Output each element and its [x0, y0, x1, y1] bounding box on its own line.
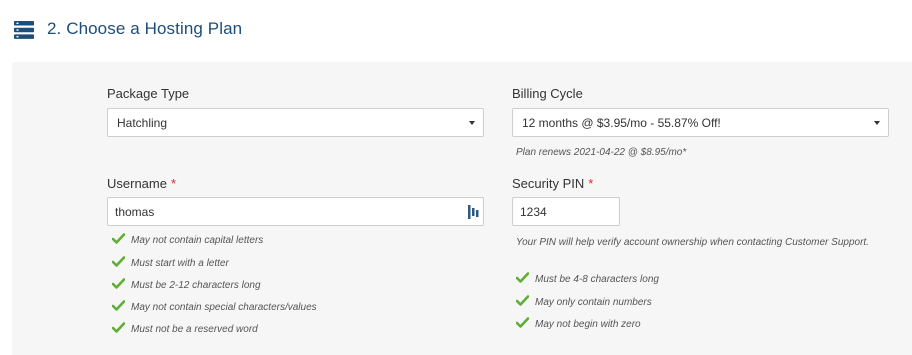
server-stack-icon [14, 21, 34, 39]
username-rule-item: Must start with a letter [112, 256, 229, 270]
package-type-value: Hatchling [117, 116, 168, 130]
package-type-select[interactable]: Hatchling [107, 108, 484, 137]
username-rule-item: Must be 2-12 characters long [112, 278, 261, 292]
security-pin-label: Security PIN * [512, 176, 593, 191]
rule-text: Must start with a letter [131, 258, 229, 269]
username-label-text: Username [107, 176, 167, 191]
rule-text: Must not be a reserved word [131, 324, 258, 335]
billing-cycle-value: 12 months @ $3.95/mo - 55.87% Off! [522, 116, 721, 130]
hosting-plan-page: 2. Choose a Hosting Plan Package Type Ha… [0, 0, 912, 355]
checkmark-icon [112, 256, 125, 267]
billing-cycle-label: Billing Cycle [512, 86, 583, 101]
security-pin-label-text: Security PIN [512, 176, 585, 191]
checkmark-icon [112, 278, 125, 289]
section-header: 2. Choose a Hosting Plan [0, 0, 912, 62]
required-asterisk: * [170, 176, 177, 191]
security-pin-help: Your PIN will help verify account owners… [516, 237, 869, 248]
rule-text: May not contain special characters/value… [131, 302, 317, 313]
checkmark-icon [112, 322, 125, 333]
rule-text: May not contain capital letters [131, 235, 264, 246]
package-type-label: Package Type [107, 86, 190, 101]
billing-cycle-select[interactable]: 12 months @ $3.95/mo - 55.87% Off! [512, 108, 889, 137]
pin-rule-item: May not begin with zero [516, 317, 641, 331]
username-rule-item: May not contain capital letters [112, 233, 263, 247]
rule-text: Must be 4-8 characters long [535, 274, 659, 285]
section-title: 2. Choose a Hosting Plan [47, 19, 243, 38]
checkmark-icon [516, 295, 529, 306]
password-manager-icon[interactable] [468, 205, 479, 219]
security-pin-input[interactable]: 1234 [512, 197, 620, 226]
username-input[interactable]: thomas [107, 197, 484, 226]
rule-text: Must be 2-12 characters long [131, 280, 261, 291]
rule-text: May only contain numbers [535, 297, 652, 308]
pin-rule-item: Must be 4-8 characters long [516, 272, 659, 286]
username-rule-item: Must not be a reserved word [112, 322, 258, 336]
checkmark-icon [516, 317, 529, 328]
rule-text: May not begin with zero [535, 319, 641, 330]
checkmark-icon [112, 233, 125, 244]
username-label: Username * [107, 176, 176, 191]
security-pin-value: 1234 [520, 205, 547, 219]
pin-rule-item: May only contain numbers [516, 295, 652, 309]
chevron-down-icon [874, 121, 880, 125]
checkmark-icon [112, 300, 125, 311]
username-value: thomas [115, 205, 155, 219]
required-asterisk: * [588, 176, 594, 191]
plan-renew-note: Plan renews 2021-04-22 @ $8.95/mo* [516, 147, 687, 158]
username-rule-item: May not contain special characters/value… [112, 300, 317, 314]
checkmark-icon [516, 272, 529, 283]
chevron-down-icon [469, 121, 475, 125]
